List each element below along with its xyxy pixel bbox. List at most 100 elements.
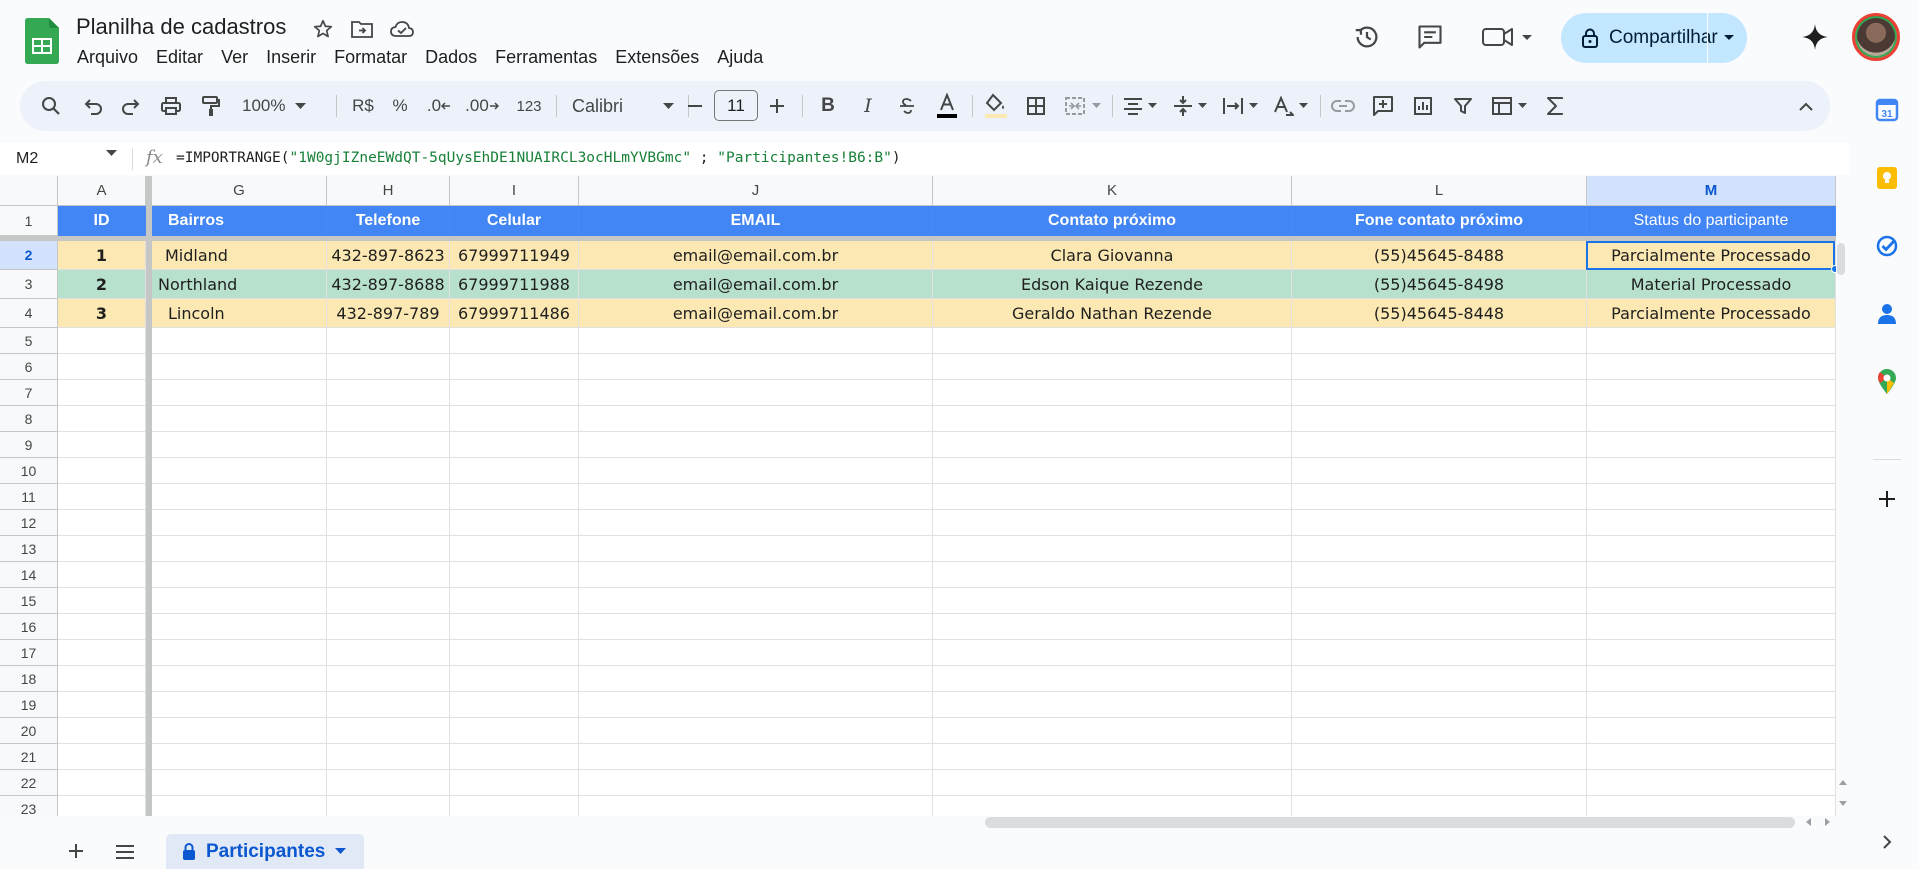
user-avatar[interactable] bbox=[1852, 13, 1900, 61]
column-header-k[interactable]: K bbox=[933, 176, 1292, 206]
format-percent-button[interactable]: % bbox=[386, 81, 414, 131]
italic-icon[interactable]: I bbox=[852, 81, 884, 131]
fill-handle[interactable] bbox=[1831, 265, 1836, 273]
menu-dados[interactable]: Dados bbox=[416, 45, 486, 70]
header-cell-fone-contato[interactable]: Fone contato próximo bbox=[1292, 206, 1587, 236]
row-header[interactable]: 22 bbox=[0, 770, 58, 796]
row-header[interactable]: 17 bbox=[0, 640, 58, 666]
fill-color-icon[interactable] bbox=[978, 81, 1014, 131]
history-icon[interactable] bbox=[1349, 19, 1385, 55]
row-header[interactable]: 2 bbox=[0, 241, 58, 270]
table-cell[interactable]: Edson Kaique Rezende bbox=[933, 270, 1292, 299]
document-title[interactable]: Planilha de cadastros bbox=[76, 14, 286, 40]
name-box[interactable]: M2 bbox=[16, 150, 38, 168]
add-addon-icon[interactable] bbox=[1873, 485, 1901, 513]
format-currency-button[interactable]: R$ bbox=[346, 81, 380, 131]
formula-input[interactable]: =IMPORTRANGE("1W0gjIZneEWdQT-5qUysEhDE1N… bbox=[176, 150, 901, 166]
table-cell[interactable]: 1 bbox=[58, 241, 146, 270]
share-main[interactable]: Compartilhar bbox=[1561, 13, 1718, 63]
column-header-g[interactable]: G bbox=[152, 176, 327, 206]
cloud-saved-icon[interactable] bbox=[389, 16, 415, 42]
table-cell[interactable]: Geraldo Nathan Rezende bbox=[933, 299, 1292, 328]
decrease-font-size-icon[interactable] bbox=[680, 81, 710, 131]
increase-font-size-icon[interactable] bbox=[762, 81, 792, 131]
filter-icon[interactable] bbox=[1446, 81, 1480, 131]
table-cell[interactable]: Midland bbox=[152, 241, 327, 270]
row-header[interactable]: 16 bbox=[0, 614, 58, 640]
table-cell[interactable]: (55)45645-8448 bbox=[1292, 299, 1587, 328]
calendar-icon[interactable]: 31 bbox=[1873, 96, 1901, 124]
table-cell[interactable]: 432-897-789 bbox=[327, 299, 450, 328]
row-header[interactable]: 8 bbox=[0, 406, 58, 432]
scroll-right-icon[interactable] bbox=[1825, 818, 1831, 826]
table-cell[interactable]: Clara Giovanna bbox=[933, 241, 1292, 270]
menu-extensoes[interactable]: Extensões bbox=[606, 45, 708, 70]
row-header[interactable]: 12 bbox=[0, 510, 58, 536]
filter-views-icon[interactable] bbox=[1486, 81, 1532, 131]
header-cell-telefone[interactable]: Telefone bbox=[327, 206, 450, 236]
column-header-l[interactable]: L bbox=[1292, 176, 1587, 206]
header-cell-contato[interactable]: Contato próximo bbox=[933, 206, 1292, 236]
all-sheets-icon[interactable] bbox=[115, 845, 135, 859]
name-box-dropdown-icon[interactable] bbox=[106, 150, 117, 157]
merge-cells-icon[interactable] bbox=[1058, 81, 1106, 131]
menu-editar[interactable]: Editar bbox=[147, 45, 212, 70]
header-cell-bairros[interactable]: Bairros bbox=[152, 206, 327, 236]
expand-panel-icon[interactable] bbox=[1873, 828, 1901, 856]
row-header[interactable]: 20 bbox=[0, 718, 58, 744]
header-cell-status[interactable]: Status do participante bbox=[1587, 206, 1836, 236]
column-header-h[interactable]: H bbox=[327, 176, 450, 206]
column-header-m[interactable]: M bbox=[1587, 176, 1836, 206]
menu-ver[interactable]: Ver bbox=[212, 45, 257, 70]
more-formats-button[interactable]: 123 bbox=[510, 81, 548, 131]
table-cell[interactable]: 67999711949 bbox=[450, 241, 579, 270]
insert-link-icon[interactable] bbox=[1326, 81, 1360, 131]
strikethrough-icon[interactable] bbox=[890, 81, 924, 131]
menu-arquivo[interactable]: Arquivo bbox=[68, 45, 147, 70]
table-cell[interactable]: 67999711486 bbox=[450, 299, 579, 328]
share-dropdown-button[interactable] bbox=[1711, 13, 1747, 63]
table-cell[interactable]: Northland bbox=[152, 270, 327, 299]
row-header[interactable]: 21 bbox=[0, 744, 58, 770]
frozen-column-divider[interactable] bbox=[146, 176, 152, 816]
row-header[interactable]: 19 bbox=[0, 692, 58, 718]
horizontal-align-icon[interactable] bbox=[1118, 81, 1162, 131]
table-cell[interactable]: 432-897-8688 bbox=[327, 270, 450, 299]
header-cell-email[interactable]: EMAIL bbox=[579, 206, 933, 236]
add-sheet-icon[interactable] bbox=[68, 843, 84, 859]
table-cell[interactable]: 432-897-8623 bbox=[327, 241, 450, 270]
horizontal-scrollbar[interactable] bbox=[985, 817, 1795, 828]
text-wrapping-icon[interactable] bbox=[1218, 81, 1262, 131]
row-header[interactable]: 4 bbox=[0, 299, 58, 328]
zoom-select[interactable]: 100% bbox=[242, 81, 326, 131]
row-header[interactable]: 6 bbox=[0, 354, 58, 380]
row-header[interactable]: 14 bbox=[0, 562, 58, 588]
vertical-align-icon[interactable] bbox=[1168, 81, 1212, 131]
table-cell[interactable]: 3 bbox=[58, 299, 146, 328]
row-header[interactable]: 5 bbox=[0, 328, 58, 354]
font-select[interactable]: Calibri bbox=[566, 81, 680, 131]
comments-icon[interactable] bbox=[1412, 19, 1448, 55]
sheets-logo-icon[interactable] bbox=[22, 18, 62, 64]
collapse-toolbar-icon[interactable] bbox=[1792, 81, 1820, 131]
menu-inserir[interactable]: Inserir bbox=[257, 45, 325, 70]
row-header[interactable]: 11 bbox=[0, 484, 58, 510]
row-header[interactable]: 15 bbox=[0, 588, 58, 614]
scroll-down-icon[interactable] bbox=[1839, 801, 1847, 807]
table-cell[interactable]: email@email.com.br bbox=[579, 299, 933, 328]
row-header[interactable]: 18 bbox=[0, 666, 58, 692]
meet-icon[interactable] bbox=[1478, 19, 1538, 55]
insert-chart-icon[interactable] bbox=[1406, 81, 1440, 131]
redo-icon[interactable] bbox=[116, 81, 146, 131]
vertical-scrollbar[interactable] bbox=[1837, 243, 1845, 275]
undo-icon[interactable] bbox=[78, 81, 108, 131]
print-icon[interactable] bbox=[155, 81, 187, 131]
increase-decimal-button[interactable]: .00 bbox=[462, 81, 502, 131]
table-cell[interactable]: 2 bbox=[58, 270, 146, 299]
row-header[interactable]: 7 bbox=[0, 380, 58, 406]
text-rotation-icon[interactable] bbox=[1268, 81, 1312, 131]
menu-ferramentas[interactable]: Ferramentas bbox=[486, 45, 606, 70]
row-header[interactable]: 3 bbox=[0, 270, 58, 299]
borders-icon[interactable] bbox=[1020, 81, 1052, 131]
header-cell-id[interactable]: ID bbox=[58, 206, 146, 236]
